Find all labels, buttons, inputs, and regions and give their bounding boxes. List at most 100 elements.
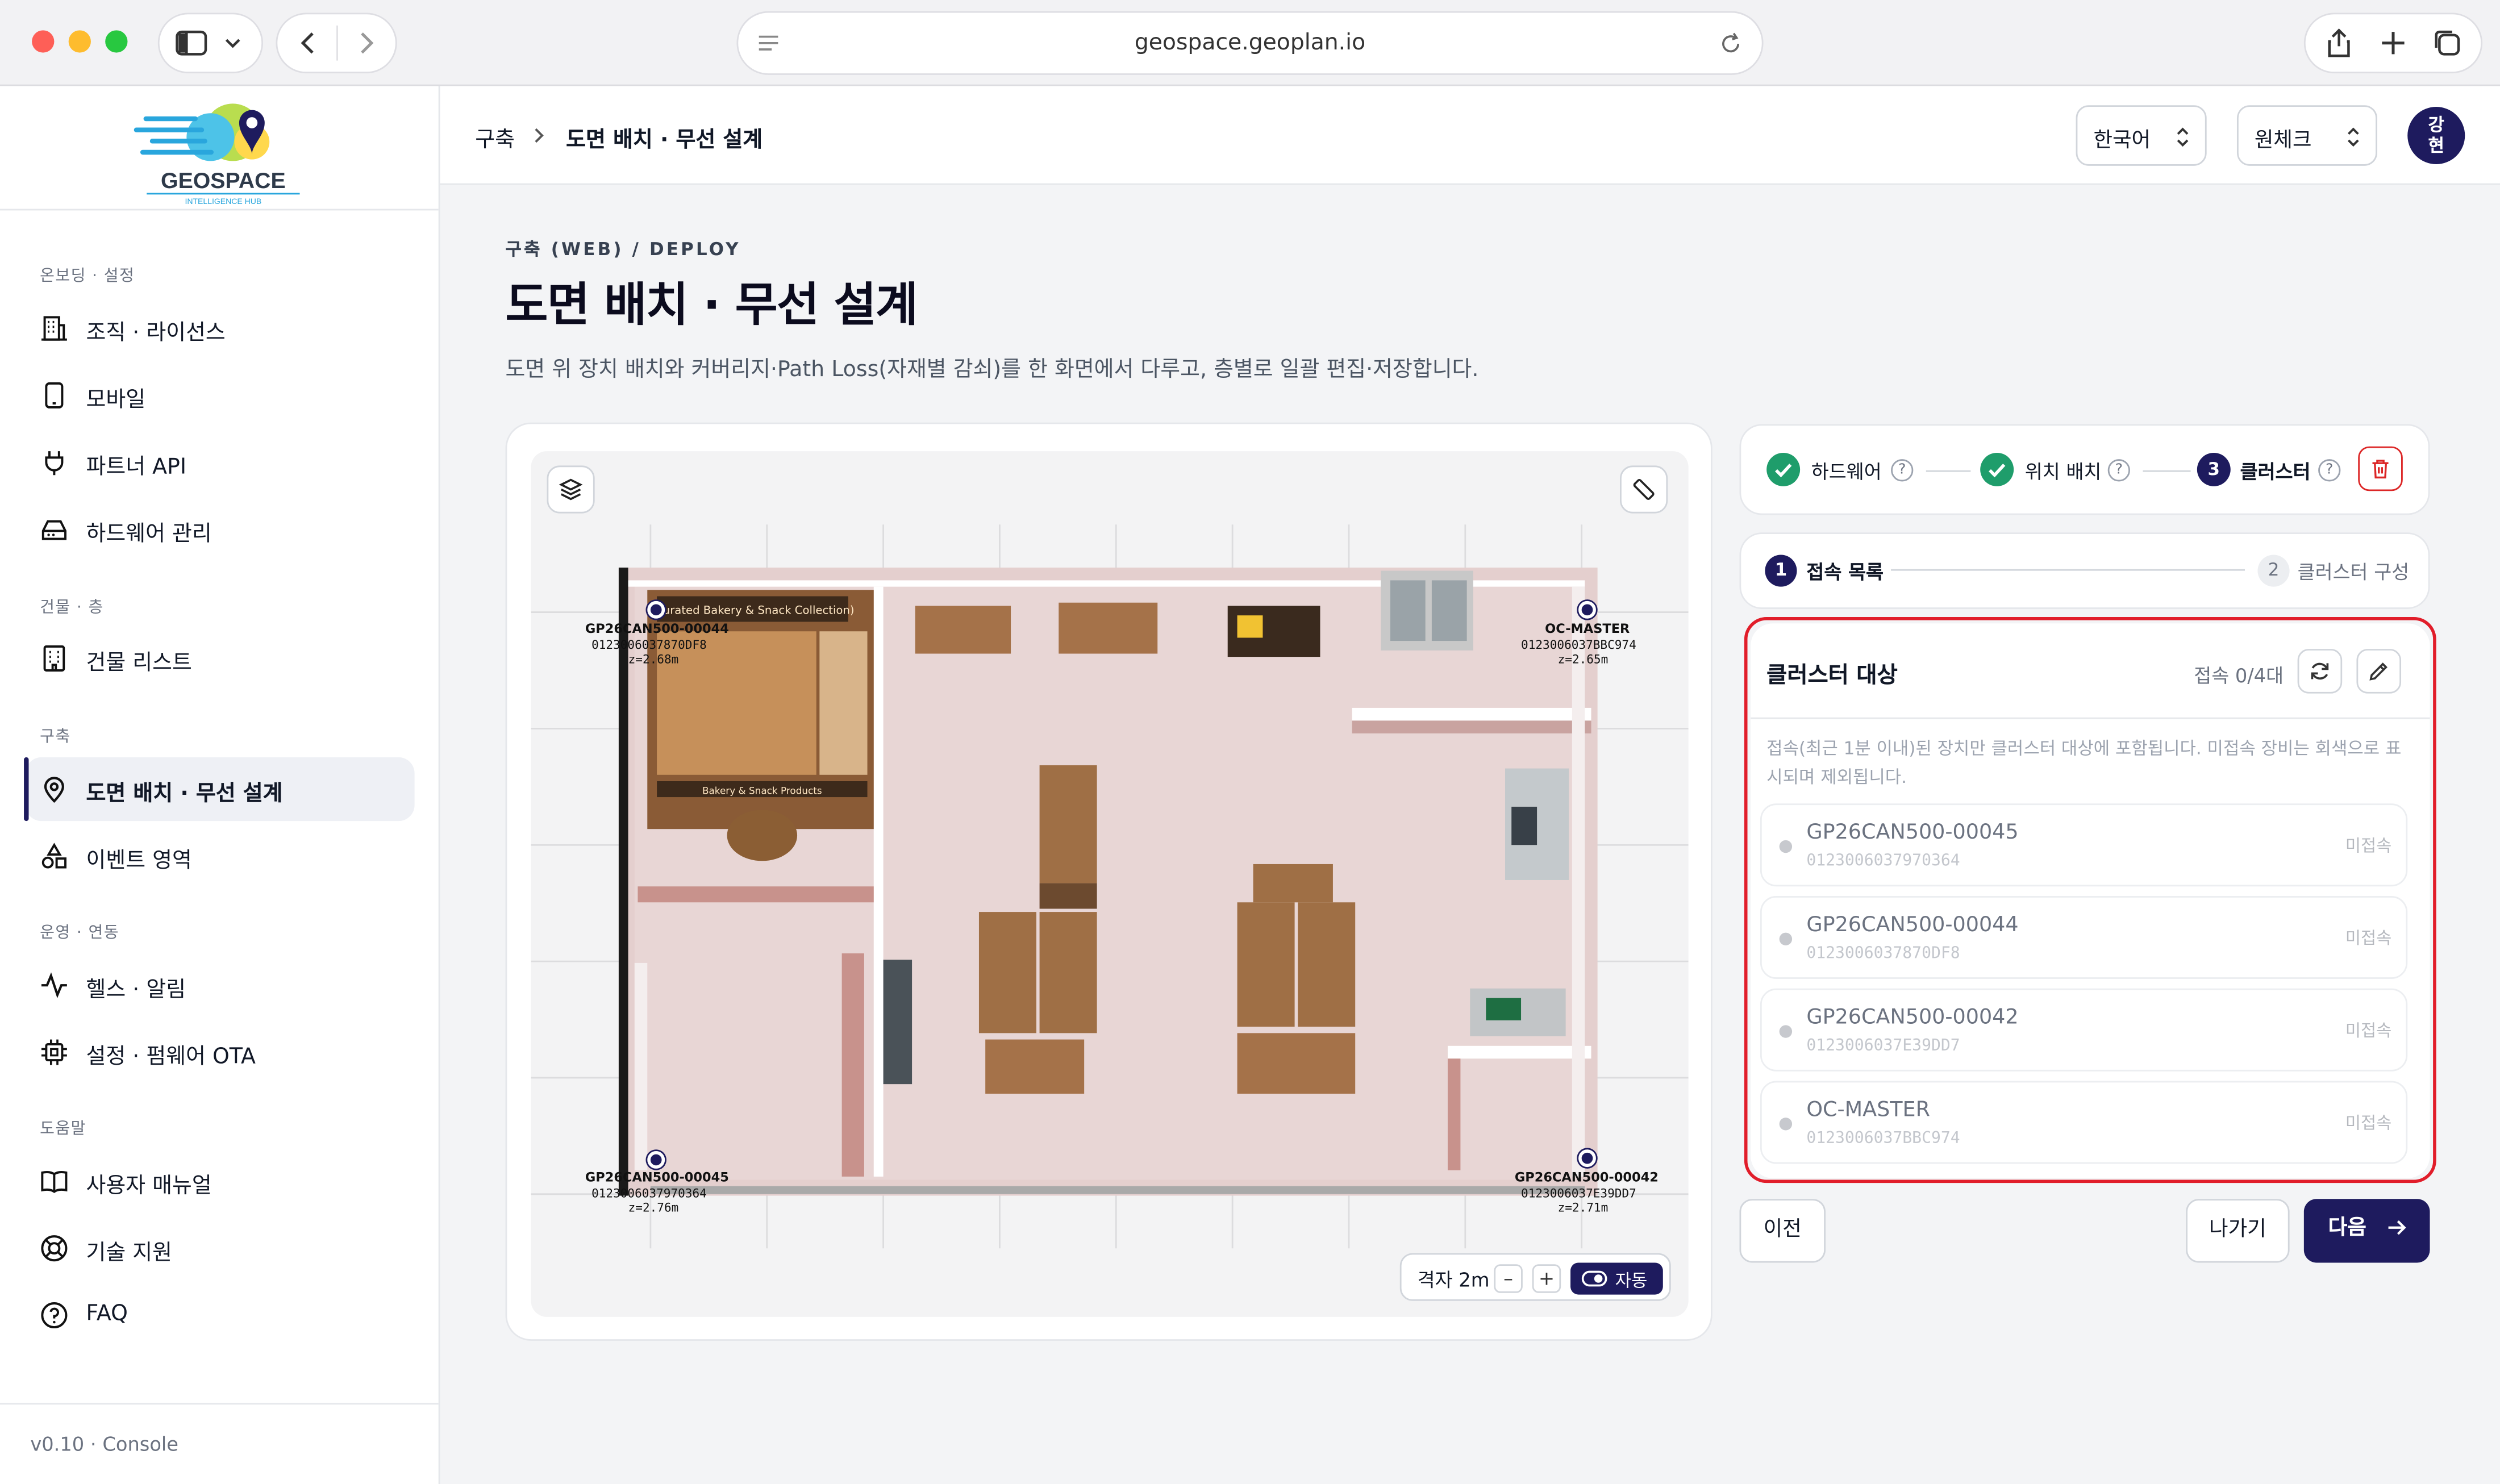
grid-auto-toggle[interactable]: 자동 [1570,1262,1663,1295]
sidebar-item-label: 설정 · 펌웨어 OTA [86,1044,256,1070]
avatar-initials: 강 현 [2428,115,2444,156]
next-button-label: 다음 [2328,1216,2366,1241]
language-select[interactable]: 한국어 [2076,105,2207,166]
language-select-value: 한국어 [2093,129,2151,153]
logo-tagline: INTELLIGENCE HUB [185,197,261,206]
substep-connection-list[interactable]: 접속 목록 [1806,558,1884,585]
sidebar-item-tech-support[interactable]: 기술 지원 [26,1216,415,1280]
toggle-icon [1581,1270,1607,1287]
prev-button[interactable]: 이전 [1739,1199,1826,1263]
step-connector [1926,470,1971,472]
substep-badge-active: 1 [1765,555,1797,587]
reload-icon[interactable] [1719,32,1743,56]
nav-section-deploy: 구축 [40,728,71,747]
browser-actions [2303,12,2483,74]
step-help-icon[interactable]: ? [2107,459,2130,482]
browser-toolbar: geospace.geoplan.io [0,0,2500,86]
book-open-icon [41,1171,68,1194]
map-device-marker[interactable] [1578,601,1596,619]
user-avatar[interactable]: 강 현 [2407,107,2465,165]
breadcrumb-current: 도면 배치 · 무선 설계 [566,127,763,153]
smartphone-icon [45,382,64,408]
measure-button[interactable] [1620,465,1668,514]
map-device-name: GP26CAN500-00042 [1514,1170,1659,1185]
grid-decrease-button[interactable]: – [1494,1264,1523,1293]
sidebar-item-label: 도면 배치 · 무선 설계 [86,781,283,807]
map-device-height: z=2.68m [628,652,679,666]
grid-size-label: 격자 2m [1417,1269,1490,1291]
step-help-icon[interactable]: ? [2318,459,2341,482]
substep-badge: 2 [2257,555,2290,587]
sidebar-item-label: 헬스 · 알림 [86,977,186,1003]
plug-icon [45,451,64,476]
back-icon[interactable] [291,27,323,59]
next-button[interactable]: 다음 [2303,1199,2430,1263]
grid-increase-button[interactable]: + [1532,1264,1561,1293]
sidebar-item-partner-api[interactable]: 파트너 API [26,431,415,494]
minimize-window-button[interactable] [68,30,91,53]
map-device-height: z=2.76m [628,1200,679,1215]
substep-connector [1891,569,2245,571]
new-tab-icon[interactable] [2377,27,2409,59]
sidebar-item-label: 사용자 매뉴얼 [86,1173,212,1199]
sidebar-item-settings-firmware[interactable]: 설정 · 펌웨어 OTA [26,1020,415,1084]
sidebar-item-label: 모바일 [86,387,146,413]
logo-wordmark: GEOSPACE [161,168,286,193]
hard-drive-icon [41,520,67,540]
page-title: 도면 배치 · 무선 설계 [505,277,918,332]
map-device-marker[interactable] [647,1151,665,1169]
step-hardware-label[interactable]: 하드웨어 [1811,457,1882,485]
map-device-marker[interactable] [1578,1149,1596,1168]
map-device-name: GP26CAN500-00045 [585,1170,729,1185]
step-location-label[interactable]: 위치 배치 [2025,457,2102,485]
sidebar-icon [176,30,207,56]
life-buoy-icon [41,1235,68,1262]
sidebar-item-hardware[interactable]: 하드웨어 관리 [26,498,415,561]
exit-button[interactable]: 나가기 [2186,1199,2290,1263]
history-nav [276,12,397,74]
page-eyebrow: 구축 (WEB) / DEPLOY [505,239,741,260]
sidebar-item-faq[interactable]: FAQ [26,1283,415,1347]
sidebar-item-mobile[interactable]: 모바일 [26,364,415,427]
sidebar-toggle-button[interactable] [157,12,264,74]
map-device-name: OC-MASTER [1545,622,1630,636]
sidebar-item-event-zone[interactable]: 이벤트 영역 [26,824,415,888]
forward-icon[interactable] [350,27,382,59]
sidebar-item-label: 조직 · 라이선스 [86,320,226,346]
close-window-button[interactable] [32,30,55,53]
share-icon[interactable] [2323,27,2355,59]
geospace-logo[interactable]: GEOSPACE INTELLIGENCE HUB [127,94,319,209]
map-pin-icon [44,777,64,803]
zoom-window-button[interactable] [105,30,128,53]
substep-cluster-config[interactable]: 클러스터 구성 [2298,558,2410,585]
bakery-sign-top: (Curated Bakery & Snack Collection) [651,603,854,616]
sidebar-item-floorplan-wireless[interactable]: 도면 배치 · 무선 설계 [24,757,415,822]
active-indicator [24,757,29,822]
sidebar-item-health-alert[interactable]: 헬스 · 알림 [26,953,415,1017]
step-help-icon[interactable]: ? [1891,459,1914,482]
tab-overview-icon[interactable] [2431,27,2463,59]
map-device-marker[interactable] [647,601,665,619]
url-text: geospace.geoplan.io [1134,30,1366,56]
shapes-icon [41,843,67,869]
step-cluster-label[interactable]: 클러스터 [2240,457,2311,485]
layers-button[interactable] [547,465,595,514]
organization-select-value: 원체크 [2254,129,2312,153]
activity-icon [41,972,67,999]
delete-button[interactable] [2358,446,2403,491]
ruler-icon [1633,478,1655,500]
chevron-down-icon [225,39,240,48]
nav-section-operations: 운영 · 연동 [40,924,120,943]
grid-auto-label: 자동 [1615,1270,1648,1291]
sidebar-item-user-manual[interactable]: 사용자 매뉴얼 [26,1149,415,1213]
sidebar-item-building-list[interactable]: 건물 리스트 [26,627,415,690]
step-current-badge: 3 [2197,452,2231,486]
address-bar[interactable]: geospace.geoplan.io [736,11,1764,75]
map-device-height: z=2.65m [1557,652,1609,666]
sidebar-item-organization-license[interactable]: 조직 · 라이선스 [26,297,415,360]
breadcrumb-deploy[interactable]: 구축 [475,121,515,153]
sidebar-item-label: 이벤트 영역 [86,848,192,874]
organization-select[interactable]: 원체크 [2236,105,2377,166]
map-device-id: 0123006037970364 [591,1186,707,1201]
highlight-frame [1744,616,2436,1183]
